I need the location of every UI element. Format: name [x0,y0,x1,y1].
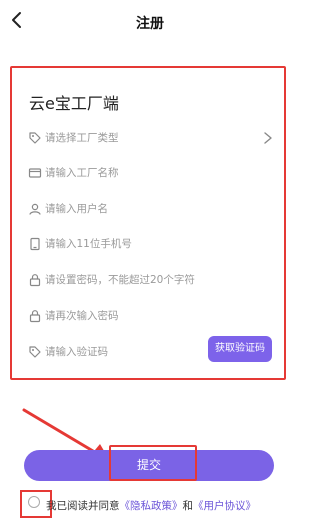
phone-icon [30,237,40,251]
agreement-checkbox[interactable] [28,496,40,508]
agreement-and: 和 [182,500,194,512]
agreement-text: 我已阅读并同意《隐私政策》和《用户协议》 [46,498,256,513]
lock-icon [29,274,41,287]
verification-code-placeholder: 请输入验证码 [45,346,108,358]
factory-name-placeholder: 请输入工厂名称 [45,167,119,179]
confirm-password-field[interactable]: 请再次输入密码 [26,305,274,329]
agreement-prefix: 我已阅读并同意 [46,500,120,512]
top-bar: 注册 [0,0,300,44]
tag-icon [29,346,41,358]
submit-highlight-box [109,445,197,481]
chevron-right-icon [264,132,272,144]
username-placeholder: 请输入用户名 [45,203,108,215]
agreement-row: 我已阅读并同意《隐私政策》和《用户协议》 [20,490,290,518]
tag-icon [29,132,41,144]
password-placeholder: 请设置密码，不能超过20个字符 [45,274,195,286]
app-title: 云e宝工厂端 [29,94,119,113]
user-agreement-link[interactable]: 《用户协议》 [193,500,256,512]
factory-name-field[interactable]: 请输入工厂名称 [26,162,274,186]
factory-type-select[interactable]: 请选择工厂类型 [26,127,274,151]
card-icon [28,168,42,178]
page-title: 注册 [136,16,164,32]
factory-type-placeholder: 请选择工厂类型 [45,132,119,144]
registration-form: 云e宝工厂端 请选择工厂类型 请输入工厂名称 请输入用户名 请输入11位手机号 … [10,66,286,380]
confirm-password-placeholder: 请再次输入密码 [45,310,119,322]
phone-field[interactable]: 请输入11位手机号 [26,233,274,257]
password-field[interactable]: 请设置密码，不能超过20个字符 [26,269,274,293]
lock-icon [29,310,41,323]
phone-placeholder: 请输入11位手机号 [45,238,132,250]
privacy-policy-link[interactable]: 《隐私政策》 [120,500,183,512]
user-icon [29,203,41,215]
username-field[interactable]: 请输入用户名 [26,198,274,222]
verification-code-field[interactable]: 请输入验证码 [26,341,202,365]
get-code-button[interactable]: 获取验证码 [208,336,272,362]
